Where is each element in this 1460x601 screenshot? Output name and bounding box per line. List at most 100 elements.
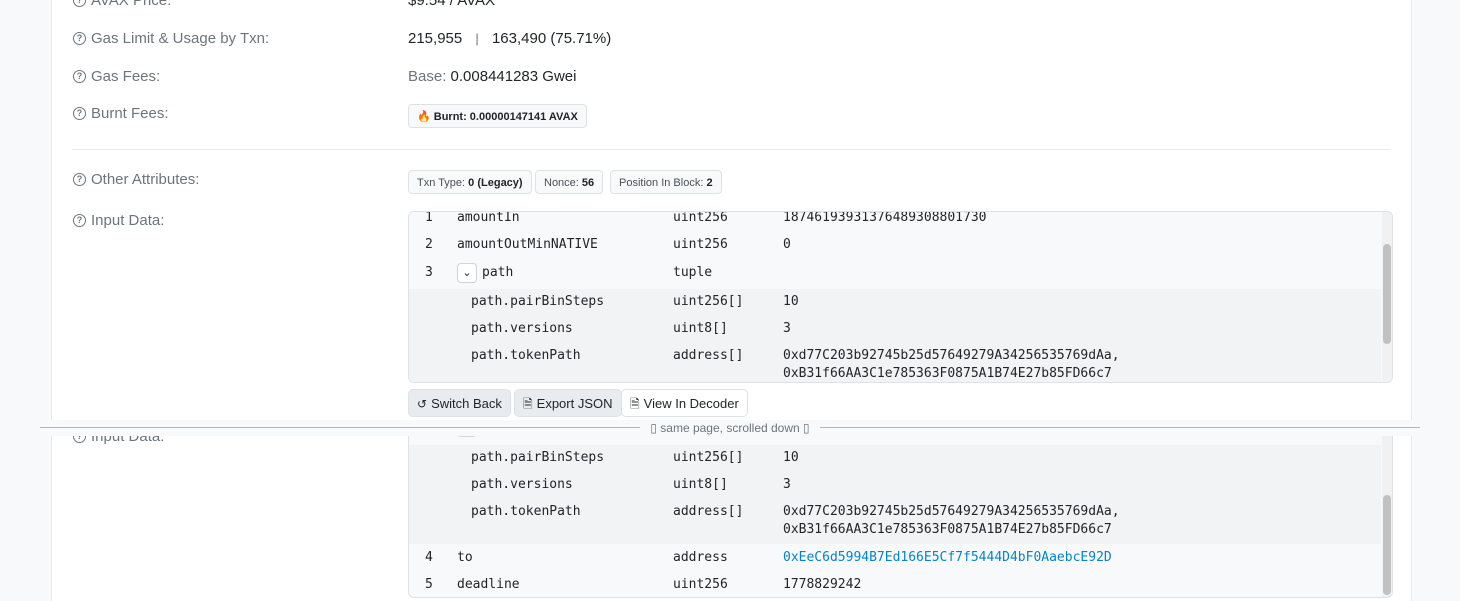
table-row: 1 amountIn uint256 187461939313764893088… <box>409 211 1381 233</box>
param-name: path.versions <box>471 477 573 492</box>
txn-type-label: Txn Type: <box>417 177 466 189</box>
table-row: 4 to address 0xEeC6d5994B7Ed166E5Cf7f544… <box>409 544 1381 572</box>
gas-limit-value: 215,955 | 163,490 (75.71%) <box>408 30 611 47</box>
param-type: uint256 <box>673 237 728 252</box>
scrollbar-thumb[interactable] <box>1383 495 1391 595</box>
row-index: 3 <box>425 265 433 280</box>
input-data-table[interactable]: path.pairBinSteps uint256[] 10 path.vers… <box>408 436 1393 598</box>
position-badge: Position In Block: 2 <box>610 170 722 194</box>
param-type: uint256 <box>673 577 728 592</box>
export-json-button[interactable]: 🗎 Export JSON <box>514 389 622 417</box>
burnt-fees-badge: 🔥 Burnt: 0.00000147141 AVAX <box>408 104 587 128</box>
param-type: uint256[] <box>673 450 744 465</box>
position-label: Position In Block: <box>619 177 704 189</box>
table-row: path.versions uint8[] 3 <box>409 472 1381 500</box>
file-icon: 🗎 <box>523 397 533 411</box>
scroll-separator: ▯ same page, scrolled down ▯ <box>0 420 1460 436</box>
table-row: path.pairBinSteps uint256[] 10 <box>409 289 1381 317</box>
param-type: uint8[] <box>673 321 728 336</box>
param-value-2: 0xB31f66AA3C1e785363F0875A1B74E27b85FD66… <box>783 366 1112 381</box>
param-value: 1778829242 <box>783 577 862 592</box>
param-name: amountOutMinNATIVE <box>457 237 598 252</box>
param-value: 10 <box>783 294 799 309</box>
param-name: path.pairBinSteps <box>471 450 605 465</box>
nonce-label: Nonce: <box>544 177 579 189</box>
param-name: path.tokenPath <box>471 348 581 363</box>
txn-type-badge: Txn Type: 0 (Legacy) <box>408 170 532 194</box>
view-in-decoder-button[interactable]: 🗎 View In Decoder <box>621 389 748 417</box>
question-circle-icon[interactable]: ? <box>73 70 86 83</box>
gas-usage-number: 163,490 (75.71%) <box>491 30 612 47</box>
table-row: 2 amountOutMinNATIVE uint256 0 <box>409 232 1381 260</box>
table-row: 3 ⌄ path tuple <box>409 259 1381 290</box>
param-value: 3 <box>783 477 791 492</box>
nonce-badge: Nonce: 56 <box>535 170 604 194</box>
question-circle-icon[interactable]: ? <box>73 32 86 45</box>
to-address-link[interactable]: 0xEeC6d5994B7Ed166E5Cf7f5444D4bF0AaebcE9… <box>783 550 1112 565</box>
param-type: uint256 <box>673 211 728 225</box>
table-row: path.versions uint8[] 3 <box>409 316 1381 344</box>
switch-back-label: Switch Back <box>431 396 502 411</box>
row-index: 4 <box>425 550 433 565</box>
param-name: path.pairBinSteps <box>471 294 605 309</box>
separator-text: ▯ same page, scrolled down ▯ <box>640 421 820 435</box>
param-value: 0xd77C203b92745b25d57649279A34256535769d… <box>783 348 1120 363</box>
scrollbar[interactable] <box>1382 436 1392 597</box>
avax-price-value: $9.54 / AVAX <box>408 0 496 9</box>
param-value-2: 0xB31f66AA3C1e785363F0875A1B74E27b85FD66… <box>783 522 1112 537</box>
transaction-details-card-scrolled: ? Input Data: path.pairBinSteps uint256[… <box>51 436 1412 601</box>
avax-price-label: AVAX Price: <box>91 0 172 9</box>
param-type: uint8[] <box>673 477 728 492</box>
gas-fees-value: Base: 0.008441283 Gwei <box>408 68 576 85</box>
param-name: to <box>457 550 473 565</box>
param-type: address <box>673 550 728 565</box>
gas-divider: | <box>475 31 479 46</box>
export-json-label: Export JSON <box>536 396 613 411</box>
txn-type-value: 0 (Legacy) <box>468 177 523 189</box>
file-icon: 🗎 <box>630 397 640 411</box>
table-row: path.pairBinSteps uint256[] 10 <box>409 445 1381 473</box>
input-data-label: Input Data: <box>91 212 165 229</box>
param-name: amountIn <box>457 211 520 225</box>
param-value: 0xd77C203b92745b25d57649279A34256535769d… <box>783 504 1120 519</box>
gas-limit-number: 215,955 <box>408 30 463 47</box>
base-value: 0.008441283 Gwei <box>450 68 577 85</box>
param-value: 0 <box>783 237 791 252</box>
question-circle-icon[interactable]: ? <box>73 214 86 227</box>
question-circle-icon[interactable]: ? <box>73 173 86 186</box>
position-value: 2 <box>706 177 713 189</box>
transaction-details-card: ? AVAX Price: $9.54 / AVAX ? Gas Limit &… <box>51 0 1412 420</box>
question-circle-icon[interactable]: ? <box>73 107 86 120</box>
param-type: address[] <box>673 504 744 519</box>
undo-icon: ↺ <box>417 397 428 411</box>
param-name: path.versions <box>471 321 573 336</box>
chevron-down-icon[interactable]: ⌄ <box>457 263 477 283</box>
switch-back-button[interactable]: ↺ Switch Back <box>408 389 511 417</box>
question-circle-icon[interactable]: ? <box>73 0 86 7</box>
param-type: address[] <box>673 348 744 363</box>
table-row: path.tokenPath address[] 0xd77C203b92745… <box>409 343 1381 382</box>
separator-text-wrap: ▯ same page, scrolled down ▯ <box>0 420 1460 436</box>
section-divider <box>72 149 1391 150</box>
scrollbar[interactable] <box>1382 212 1392 382</box>
row-index: 1 <box>425 211 433 225</box>
scrollbar-thumb[interactable] <box>1383 244 1391 344</box>
param-name: deadline <box>457 577 520 592</box>
row-index: 2 <box>425 237 433 252</box>
base-label: Base: <box>408 68 447 85</box>
separator-label: same page, scrolled down <box>660 421 800 435</box>
param-type: uint256[] <box>673 294 744 309</box>
nonce-value: 56 <box>581 177 595 189</box>
table-row: 5 deadline uint256 1778829242 <box>409 571 1381 597</box>
gas-fees-label: Gas Fees: <box>91 68 161 85</box>
input-data-label: Input Data: <box>91 436 165 445</box>
burnt-fees-label: Burnt Fees: <box>91 105 169 122</box>
param-value: 3 <box>783 321 791 336</box>
row-index: 5 <box>425 577 433 592</box>
chevron-down-icon[interactable] <box>457 436 477 437</box>
question-circle-icon[interactable]: ? <box>73 436 86 443</box>
table-row: path.tokenPath address[] 0xd77C203b92745… <box>409 499 1381 545</box>
input-data-table[interactable]: 1 amountIn uint256 187461939313764893088… <box>408 211 1393 383</box>
fire-icon: 🔥 <box>417 111 431 123</box>
burnt-fees-text: Burnt: 0.00000147141 AVAX <box>433 111 578 123</box>
